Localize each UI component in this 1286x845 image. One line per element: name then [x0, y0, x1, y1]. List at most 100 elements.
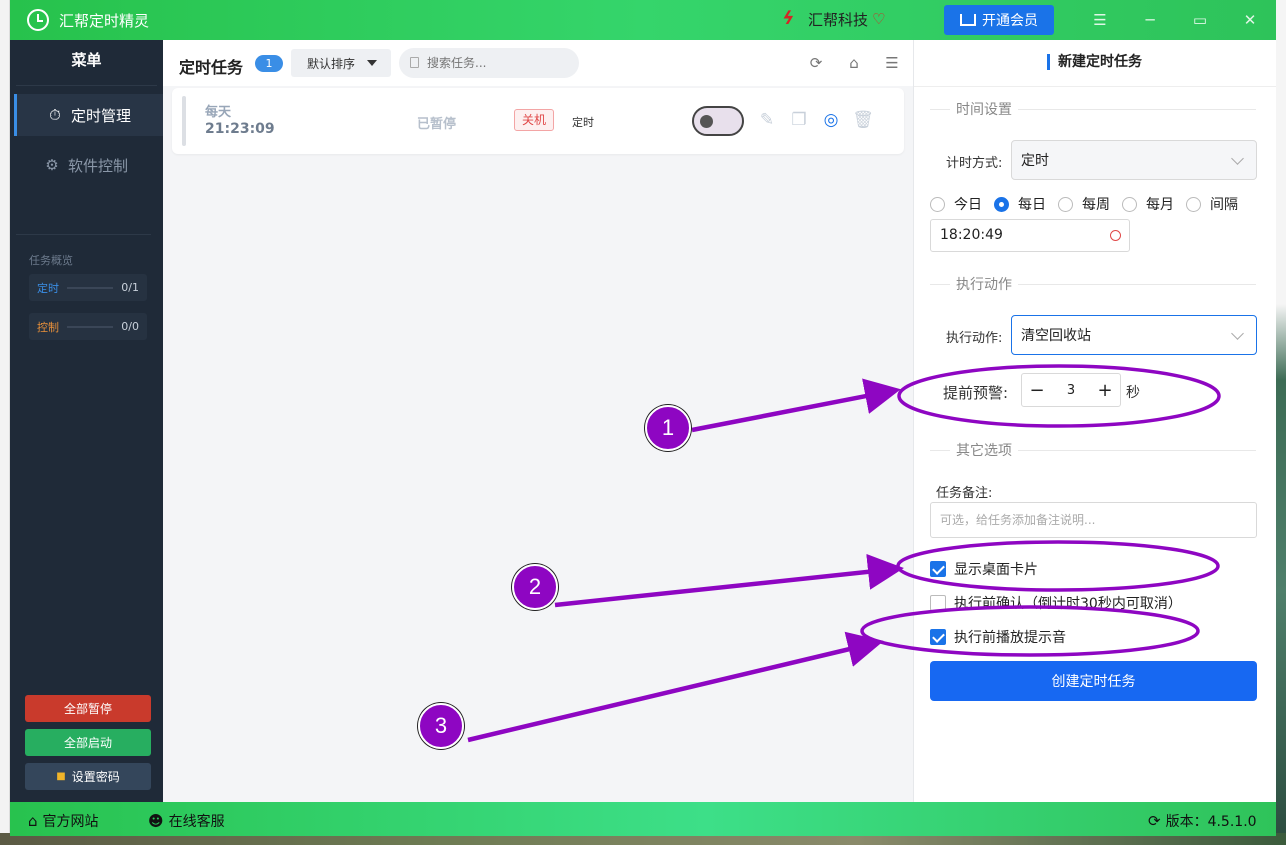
desktop-background-right — [1276, 0, 1286, 845]
warning-value[interactable]: 3 — [1052, 383, 1090, 398]
checkbox[interactable] — [930, 595, 946, 611]
section-title: 其它选项 — [950, 440, 1018, 460]
task-card[interactable]: 每天 21:23:09 已暂停 关机 定时 ✎ ❐ ◎ 🗑 — [172, 88, 904, 154]
sort-dropdown[interactable]: 默认排序 — [291, 49, 391, 77]
edit-icon[interactable]: ✎ — [756, 109, 778, 131]
radio-interval[interactable]: 间隔 — [1186, 194, 1238, 214]
title-bar[interactable]: 汇帮定时精灵 ϟ 汇帮科技 ♡ 开通会员 ☰ ─ ▭ ✕ — [10, 0, 1276, 40]
radio-daily[interactable]: 每日 — [994, 194, 1046, 214]
support-link[interactable]: ☻ 在线客服 — [148, 811, 225, 831]
action-label: 执行动作: — [946, 331, 1003, 346]
version-info[interactable]: ⟳ 版本：4.5.1.0 — [1148, 811, 1257, 831]
radio-today[interactable]: 今日 — [930, 194, 982, 214]
warning-label: 提前预警: — [943, 384, 1009, 402]
list-icon[interactable]: ☰ — [883, 54, 901, 72]
app-title: 汇帮定时精灵 — [59, 11, 150, 30]
section-title: 执行动作 — [950, 274, 1018, 294]
radio-dot — [1122, 196, 1137, 212]
checkbox-label: 显示桌面卡片 — [954, 562, 1038, 578]
task-time: 21:23:09 — [205, 121, 275, 137]
option-play-sound[interactable]: 执行前播放提示音 — [930, 627, 1066, 647]
menu-icon[interactable]: ☰ — [1088, 8, 1112, 32]
sidebar-item-label: 软件控制 — [68, 156, 129, 175]
overview-control-row: 控制 0/0 — [29, 313, 147, 340]
app-window: 汇帮定时精灵 ϟ 汇帮科技 ♡ 开通会员 ☰ ─ ▭ ✕ 菜单 ⏱ 定时管理 ⚙… — [10, 0, 1276, 836]
repeat-radio-group: 今日 每日 每周 每月 间隔 — [930, 194, 1250, 214]
start-all-button[interactable]: 全部启动 — [25, 729, 151, 756]
create-task-button[interactable]: 创建定时任务 — [930, 661, 1257, 701]
action-select[interactable]: 清空回收站 — [1011, 315, 1257, 355]
toggle-knob — [700, 115, 713, 128]
note-input[interactable]: 可选，给任务添加备注说明... — [930, 502, 1257, 538]
copy-icon[interactable]: ❐ — [788, 109, 810, 131]
overview-label: 控制 — [37, 320, 59, 334]
crown-icon — [960, 14, 976, 26]
overview-count: 0/1 — [121, 281, 139, 294]
radio-monthly[interactable]: 每月 — [1122, 194, 1174, 214]
maximize-icon[interactable]: ▭ — [1188, 8, 1212, 32]
gear-icon: ⚙ — [45, 156, 59, 174]
task-list-panel: 定时任务 1 默认排序 ⟳ ⌂ ☰ 每天 21:23:09 已暂停 关机 定时 … — [163, 40, 913, 802]
section-time-settings: 时间设置 — [930, 99, 1256, 119]
chevron-down-icon — [1231, 327, 1244, 340]
search-input[interactable] — [399, 48, 579, 78]
trash-icon[interactable]: 🗑 — [852, 109, 874, 131]
checkbox[interactable] — [930, 561, 946, 577]
website-label: 官方网站 — [42, 814, 99, 830]
overview-label: 定时 — [37, 281, 59, 295]
annotation-number-3: 3 — [418, 703, 464, 749]
minimize-icon[interactable]: ─ — [1138, 8, 1162, 32]
target-icon[interactable]: ◎ — [820, 109, 842, 131]
warning-stepper: − 3 + — [1021, 373, 1121, 407]
radio-weekly[interactable]: 每周 — [1058, 194, 1110, 214]
note-label: 任务备注: — [936, 486, 993, 501]
refresh-icon[interactable]: ⟳ — [807, 54, 825, 72]
task-status-stripe — [182, 96, 186, 146]
overview-count: 0/0 — [121, 320, 139, 333]
time-input[interactable]: 18:20:49 — [930, 219, 1130, 252]
radio-dot — [994, 196, 1009, 212]
pause-all-button[interactable]: 全部暂停 — [25, 695, 151, 722]
task-count-badge: 1 — [255, 55, 283, 72]
home-icon[interactable]: ⌂ — [845, 54, 863, 72]
alarm-icon[interactable] — [1110, 230, 1121, 241]
vip-label: 开通会员 — [982, 13, 1038, 29]
timing-mode-select[interactable]: 定时 — [1011, 140, 1257, 180]
timing-mode-label: 计时方式: — [946, 156, 1003, 171]
alarm-clock-icon — [27, 9, 49, 31]
checkbox[interactable] — [930, 629, 946, 645]
annotation-number-1: 1 — [645, 405, 691, 451]
radio-label: 今日 — [954, 197, 982, 213]
new-task-title: 新建定时任务 — [1047, 54, 1142, 70]
user-icon: ☻ — [148, 812, 164, 830]
support-label: 在线客服 — [168, 814, 225, 830]
radio-dot — [1186, 196, 1201, 212]
sidebar-item-timer-management[interactable]: ⏱ 定时管理 — [14, 94, 163, 136]
set-password-button[interactable]: ■ 设置密码 — [25, 763, 151, 790]
overview-progress — [67, 286, 114, 289]
clock-icon: ⏱ — [49, 106, 61, 124]
radio-label: 间隔 — [1210, 197, 1238, 213]
option-show-desktop-card[interactable]: 显示桌面卡片 — [930, 559, 1038, 579]
warning-unit: 秒 — [1126, 385, 1140, 401]
website-link[interactable]: ⌂ 官方网站 — [28, 811, 99, 831]
version-label: 版本：4.5.1.0 — [1165, 814, 1257, 830]
option-confirm-before-exec[interactable]: 执行前确认（倒计时30秒内可取消） — [930, 593, 1182, 613]
divider — [914, 86, 1276, 87]
action-value: 清空回收站 — [1021, 328, 1091, 344]
new-task-panel: 新建定时任务 时间设置 计时方式: 定时 今日 每日 每周 每月 间隔 18:2… — [913, 40, 1276, 802]
sidebar-item-software-control[interactable]: ⚙ 软件控制 — [14, 144, 163, 186]
brand: ϟ 汇帮科技 ♡ — [779, 8, 885, 30]
set-password-label: 设置密码 — [71, 770, 120, 784]
decrement-button[interactable]: − — [1022, 380, 1052, 401]
task-action-tag: 关机 — [514, 109, 554, 131]
lock-icon: ■ — [56, 771, 66, 782]
task-type: 定时 — [572, 116, 594, 129]
close-icon[interactable]: ✕ — [1238, 8, 1262, 32]
vip-button[interactable]: 开通会员 — [944, 5, 1054, 35]
section-other-options: 其它选项 — [930, 440, 1256, 460]
radio-dot — [1058, 196, 1073, 212]
task-toggle[interactable] — [692, 106, 744, 136]
menu-title: 菜单 — [16, 40, 157, 86]
increment-button[interactable]: + — [1090, 380, 1120, 401]
